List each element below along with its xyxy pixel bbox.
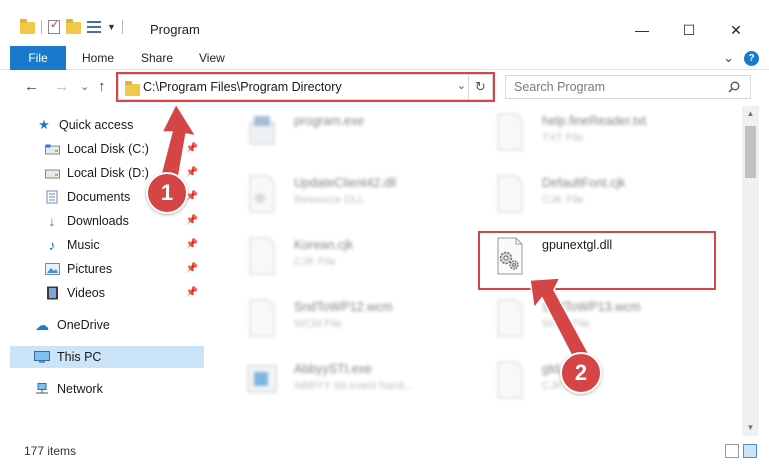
step-two-badge: 2 (560, 352, 602, 394)
annotation-arrows (159, 102, 592, 366)
arrow-up-icon (159, 102, 198, 181)
step-one-badge: 1 (146, 172, 188, 214)
